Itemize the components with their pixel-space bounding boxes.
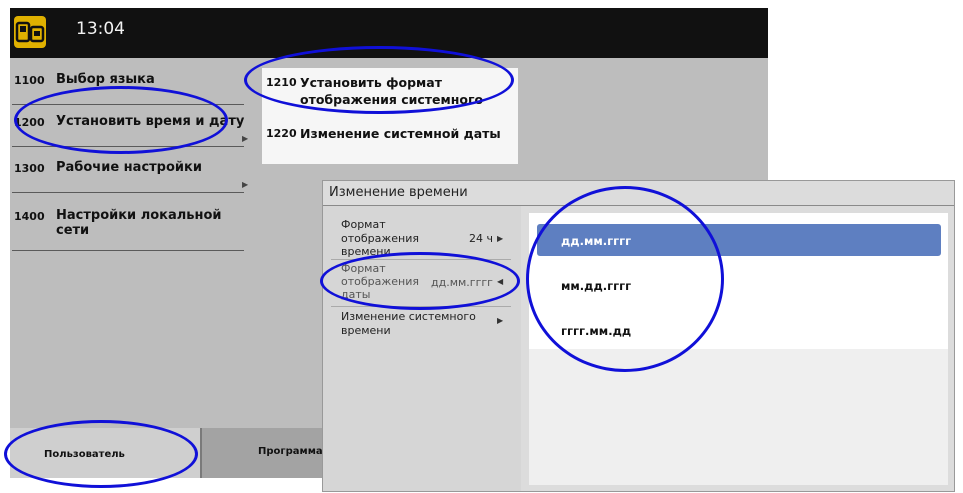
submenu-item-label-line2: отображения системного — [300, 92, 484, 107]
submenu-item-1220[interactable]: 1220 Изменение системной даты — [262, 120, 518, 156]
setting-label-line1: Формат — [341, 218, 386, 231]
setting-value: дд.мм.гггг — [431, 276, 493, 289]
top-bar: 13:04 — [10, 8, 768, 58]
options-panel: дд.мм.гггг мм.дд.гггг гггг.мм.дд — [529, 213, 948, 485]
divider — [12, 146, 244, 147]
option-label: мм.дд.гггг — [561, 279, 632, 293]
setting-label-line2: отображения — [341, 232, 420, 245]
menu-item-1400[interactable]: 1400 Настройки локальной сети — [10, 202, 250, 251]
menu-item-number: 1100 — [14, 74, 45, 87]
submenu-item-1210[interactable]: 1210 Установить формат отображения систе… — [262, 68, 518, 116]
triangle-right-icon: ▶ — [497, 234, 504, 243]
menu-item-label: Выбор языка — [56, 72, 155, 87]
submenu-item-label: Изменение системной даты — [300, 126, 501, 141]
triangle-left-icon: ◀ — [497, 277, 504, 286]
option-label: дд.мм.гггг — [561, 234, 632, 248]
time-settings-dialog: Изменение времени Формат отображения вре… — [322, 180, 955, 492]
submenu-item-number: 1220 — [266, 127, 297, 140]
option-mm-dd-yyyy[interactable]: мм.дд.гггг — [537, 269, 941, 301]
option-yyyy-mm-dd[interactable]: гггг.мм.дд — [537, 314, 941, 346]
menu-item-label: Настройки локальной сети — [56, 208, 222, 238]
submenu-panel: 1210 Установить формат отображения систе… — [262, 68, 518, 164]
setting-time-format[interactable]: Формат отображения времени 24 ч ▶ — [323, 214, 521, 258]
divider — [331, 259, 511, 260]
divider — [12, 250, 244, 251]
device-app-icon[interactable] — [14, 16, 46, 48]
settings-panel: Формат отображения времени 24 ч ▶ Формат… — [323, 206, 521, 491]
tab-user[interactable]: Пользователь — [10, 428, 200, 478]
menu-item-1100[interactable]: 1100 Выбор языка — [10, 66, 250, 106]
clock-time: 13:04 — [76, 19, 125, 39]
option-label: гггг.мм.дд — [561, 324, 632, 338]
submenu-item-label-line1: Установить формат — [300, 75, 442, 90]
setting-date-format[interactable]: Формат отображения даты дд.мм.гггг ◀ — [323, 262, 521, 306]
divider — [12, 104, 244, 105]
menu-item-1200[interactable]: 1200 Установить время и дату ▶ — [10, 108, 250, 148]
setting-label-line2: времени — [341, 324, 391, 337]
divider — [331, 306, 511, 307]
triangle-right-icon: ▶ — [242, 134, 249, 143]
dialog-title: Изменение времени — [329, 185, 468, 200]
menu-item-label: Рабочие настройки — [56, 160, 202, 175]
tab-program-label: Программа — [258, 446, 323, 457]
setting-label-line3: даты — [341, 288, 371, 301]
menu-item-label: Установить время и дату — [56, 114, 245, 129]
setting-value: 24 ч — [469, 232, 493, 245]
triangle-right-icon: ▶ — [242, 180, 249, 189]
menu-item-number: 1400 — [14, 210, 45, 223]
setting-system-time[interactable]: Изменение системного времени ▶ — [323, 310, 521, 346]
submenu-item-number: 1210 — [266, 76, 297, 89]
triangle-right-icon: ▶ — [497, 316, 504, 325]
setting-label-line1: Изменение системного — [341, 310, 476, 323]
menu-item-1300[interactable]: 1300 Рабочие настройки ▶ — [10, 154, 250, 194]
setting-label-line1: Формат — [341, 262, 386, 275]
menu-item-number: 1200 — [14, 116, 45, 129]
divider — [12, 192, 244, 193]
option-dd-mm-yyyy[interactable]: дд.мм.гггг — [537, 224, 941, 256]
tab-user-label: Пользователь — [44, 449, 125, 460]
menu-item-number: 1300 — [14, 162, 45, 175]
setting-label-line3: времени — [341, 245, 391, 258]
